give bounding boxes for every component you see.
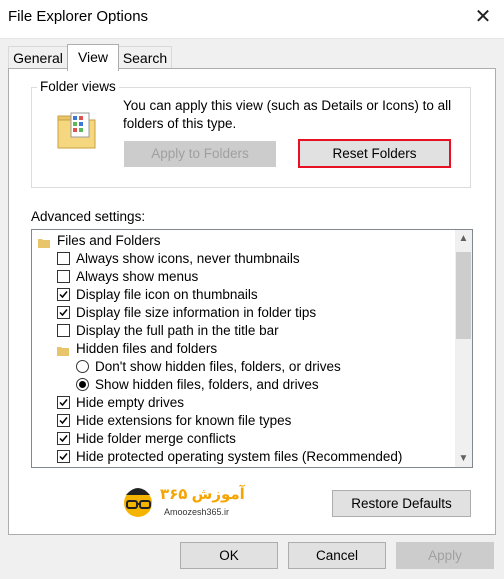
- checkbox[interactable]: [57, 252, 70, 265]
- close-icon[interactable]: ✕: [468, 3, 498, 31]
- list-item-label: Hide empty drives: [76, 395, 185, 410]
- apply-to-folders-button[interactable]: Apply to Folders: [124, 141, 276, 167]
- checkbox[interactable]: [57, 324, 70, 337]
- watermark-logo: آموزش ۳۶۵ Amoozesh365.ir: [120, 481, 270, 529]
- reset-folders-button[interactable]: Reset Folders: [298, 139, 451, 168]
- scroll-thumb[interactable]: [456, 252, 471, 339]
- list-item-label: Don't show hidden files, folders, or dri…: [95, 359, 341, 374]
- list-item-label: Display file icon on thumbnails: [76, 287, 258, 302]
- apply-button[interactable]: Apply: [396, 542, 494, 569]
- list-item-label: Hide folder merge conflicts: [76, 431, 236, 446]
- tab-view[interactable]: View: [67, 44, 119, 71]
- vertical-scrollbar[interactable]: ▲ ▼: [455, 230, 472, 467]
- watermark-url: Amoozesh365.ir: [164, 507, 230, 517]
- list-item-label: Always show menus: [76, 269, 199, 284]
- checkbox-checked[interactable]: [57, 414, 70, 427]
- checkbox-checked[interactable]: [57, 432, 70, 445]
- advanced-settings-label: Advanced settings:: [31, 209, 146, 224]
- scroll-up-icon[interactable]: ▲: [455, 230, 472, 247]
- scroll-down-icon[interactable]: ▼: [455, 450, 472, 467]
- window-title: File Explorer Options: [8, 8, 149, 25]
- list-item-label: Display file size information in folder …: [76, 305, 317, 320]
- list-item-label: Files and Folders: [57, 233, 161, 248]
- folder-icon: [38, 235, 50, 248]
- ok-button[interactable]: OK: [180, 542, 278, 569]
- cancel-button[interactable]: Cancel: [288, 542, 386, 569]
- list-item-label: Show hidden files, folders, and drives: [95, 377, 319, 392]
- list-item-label: Hide extensions for known file types: [76, 413, 292, 428]
- list-item-label: Always show icons, never thumbnails: [76, 251, 300, 266]
- checkbox-checked[interactable]: [57, 396, 70, 409]
- advanced-settings-list[interactable]: Files and Folders Always show icons, nev…: [31, 229, 473, 468]
- checkbox-checked[interactable]: [57, 288, 70, 301]
- tab-search[interactable]: Search: [118, 46, 172, 69]
- checkbox-checked[interactable]: [57, 450, 70, 463]
- folder-icon: [57, 343, 69, 356]
- list-item-label: Display the full path in the title bar: [76, 323, 279, 338]
- list-item-label: Hide protected operating system files (R…: [76, 449, 403, 464]
- radio-button-selected[interactable]: [76, 378, 89, 391]
- checkbox-checked[interactable]: [57, 306, 70, 319]
- folder-views-description: You can apply this view (such as Details…: [123, 98, 452, 131]
- watermark-brand: آموزش ۳۶۵: [160, 486, 245, 503]
- radio-button[interactable]: [76, 360, 89, 373]
- checkbox[interactable]: [57, 270, 70, 283]
- restore-defaults-button[interactable]: Restore Defaults: [332, 490, 471, 517]
- folder-views-label: Folder views: [37, 79, 119, 94]
- tab-general[interactable]: General: [8, 46, 68, 69]
- folder-views-icon: [56, 110, 98, 150]
- list-item-label: Hidden files and folders: [76, 341, 218, 356]
